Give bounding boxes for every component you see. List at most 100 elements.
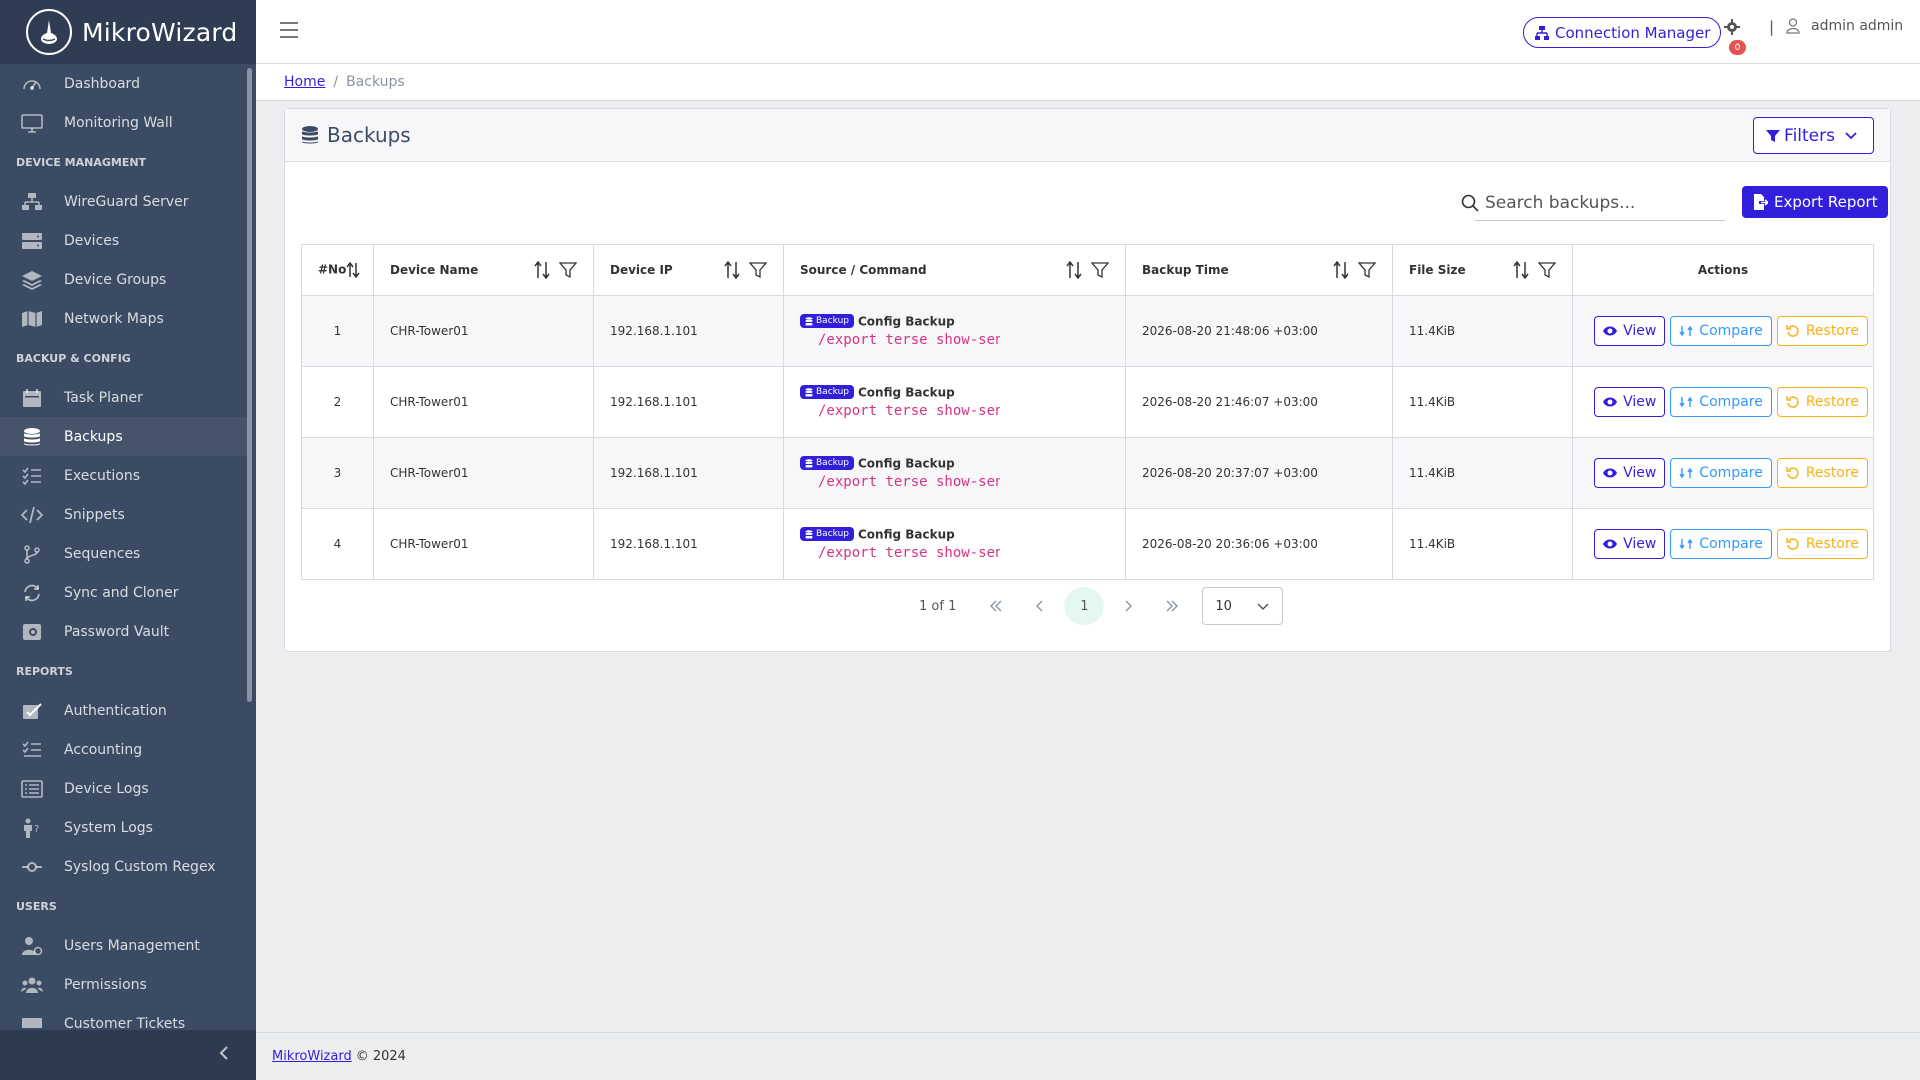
compare-button[interactable]: Compare bbox=[1670, 387, 1772, 417]
storage-icon bbox=[20, 231, 44, 251]
sidebar-item-authentication[interactable]: Authentication bbox=[0, 691, 248, 730]
sort-icon[interactable] bbox=[1512, 261, 1530, 279]
restore-icon bbox=[1786, 395, 1806, 409]
sidebar-item-users-management[interactable]: Users Management bbox=[0, 926, 248, 965]
view-button[interactable]: View bbox=[1594, 387, 1666, 417]
column-header-backup-time[interactable]: Backup Time bbox=[1125, 244, 1393, 296]
command-text: /export terse show-sens… bbox=[818, 545, 1000, 562]
notification-badge: 0 bbox=[1729, 40, 1746, 55]
backup-badge: Backup bbox=[800, 527, 854, 542]
brand[interactable]: MikroWizard bbox=[0, 0, 256, 64]
sidebar-collapse-button[interactable] bbox=[0, 1030, 256, 1080]
sort-icon[interactable] bbox=[1065, 261, 1083, 279]
sidebar-item-device-logs[interactable]: Device Logs bbox=[0, 769, 248, 808]
column-header-device-ip[interactable]: Device IP bbox=[593, 244, 784, 296]
restore-button[interactable]: Restore bbox=[1776, 316, 1868, 346]
sidebar-section-title: REPORTS bbox=[16, 664, 73, 678]
sidebar-item-label: Sync and Cloner bbox=[64, 584, 179, 601]
view-label: View bbox=[1623, 536, 1657, 552]
cell-source-command: Backup Config Backup/export terse show-se… bbox=[783, 508, 1126, 580]
sidebar-item-executions[interactable]: Executions bbox=[0, 456, 248, 495]
sort-icon bbox=[346, 261, 360, 279]
sidebar-item-permissions[interactable]: Permissions bbox=[0, 965, 248, 1004]
chevron-down-icon bbox=[1257, 603, 1269, 611]
footer-brand-link[interactable]: MikroWizard bbox=[272, 1049, 352, 1064]
filter-icon[interactable] bbox=[1091, 261, 1109, 279]
breadcrumb: Home / Backups bbox=[256, 64, 1920, 101]
first-page-button[interactable] bbox=[976, 587, 1016, 625]
column-label: Device IP bbox=[610, 263, 673, 277]
view-button[interactable]: View bbox=[1594, 529, 1666, 559]
calendar-icon bbox=[20, 388, 44, 408]
compare-button[interactable]: Compare bbox=[1670, 529, 1772, 559]
sidebar-item-accounting[interactable]: Accounting bbox=[0, 730, 248, 769]
sidebar-item-syslog-custom-regex[interactable]: Syslog Custom Regex bbox=[0, 847, 248, 886]
sidebar-section-title: BACKUP & CONFIG bbox=[16, 351, 131, 365]
breadcrumb-home-link[interactable]: Home bbox=[284, 74, 325, 90]
restore-button[interactable]: Restore bbox=[1776, 458, 1868, 488]
sidebar-item-customer-tickets[interactable]: Customer Tickets bbox=[0, 1004, 248, 1028]
restore-icon bbox=[1786, 537, 1806, 551]
sidebar-item-sync-and-cloner[interactable]: Sync and Cloner bbox=[0, 573, 248, 612]
sidebar-item-system-logs[interactable]: ? System Logs bbox=[0, 808, 248, 847]
last-page-button[interactable] bbox=[1152, 587, 1192, 625]
column-label: Source / Command bbox=[800, 263, 927, 277]
export-report-button[interactable]: Export Report bbox=[1742, 186, 1888, 218]
sidebar-item-task-planer[interactable]: Task Planer bbox=[0, 378, 248, 417]
sort-icon[interactable] bbox=[723, 261, 741, 279]
compare-icon bbox=[1679, 395, 1699, 409]
restore-button[interactable]: Restore bbox=[1776, 387, 1868, 417]
view-button[interactable]: View bbox=[1594, 458, 1666, 488]
filters-button[interactable]: Filters bbox=[1753, 117, 1874, 154]
sort-icon[interactable] bbox=[1332, 261, 1350, 279]
column-header-file-size[interactable]: File Size bbox=[1392, 244, 1573, 296]
source-title: Config Backup bbox=[858, 314, 955, 329]
previous-page-button[interactable] bbox=[1020, 587, 1060, 625]
sidebar-item-password-vault[interactable]: Password Vault bbox=[0, 612, 248, 651]
cell-file-size: 11.4KiB bbox=[1392, 366, 1573, 438]
sidebar-scrollbar[interactable] bbox=[247, 68, 252, 702]
chevron-left-icon bbox=[1036, 600, 1043, 612]
gear-icon[interactable] bbox=[1724, 19, 1740, 35]
cell-source-command: Backup Config Backup/export terse show-se… bbox=[783, 437, 1126, 509]
connection-manager-button[interactable]: Connection Manager bbox=[1523, 17, 1722, 48]
sidebar-item-wireguard-server[interactable]: WireGuard Server bbox=[0, 182, 248, 221]
sidebar-item-label: Device Logs bbox=[64, 780, 149, 797]
restore-button[interactable]: Restore bbox=[1776, 529, 1868, 559]
search-input[interactable] bbox=[1485, 192, 1705, 213]
filter-icon[interactable] bbox=[749, 261, 767, 279]
compare-button[interactable]: Compare bbox=[1670, 316, 1772, 346]
filter-icon[interactable] bbox=[559, 261, 577, 279]
cell-backup-time: 2026-08-20 21:46:07 +03:00 bbox=[1125, 366, 1393, 438]
view-button[interactable]: View bbox=[1594, 316, 1666, 346]
filter-icon[interactable] bbox=[1358, 261, 1376, 279]
cell-backup-time: 2026-08-20 20:37:07 +03:00 bbox=[1125, 437, 1393, 509]
branch-icon bbox=[20, 544, 44, 564]
column-header-device-name[interactable]: Device Name bbox=[373, 244, 594, 296]
sidebar-item-monitoring-wall[interactable]: Monitoring Wall bbox=[0, 103, 248, 142]
user-icon[interactable] bbox=[1786, 18, 1800, 34]
backup-badge: Backup bbox=[800, 385, 854, 400]
column-header-source-command[interactable]: Source / Command bbox=[783, 244, 1126, 296]
sidebar-item-devices[interactable]: Devices bbox=[0, 221, 248, 260]
filter-icon[interactable] bbox=[1538, 261, 1556, 279]
table-row: 3 CHR-Tower01 192.168.1.101 Backup Config Ba… bbox=[301, 437, 1874, 509]
compare-button[interactable]: Compare bbox=[1670, 458, 1772, 488]
sort-icon[interactable] bbox=[533, 261, 551, 279]
table-row: 4 CHR-Tower01 192.168.1.101 Backup Config Ba… bbox=[301, 508, 1874, 580]
sidebar-item-device-groups[interactable]: Device Groups bbox=[0, 260, 248, 299]
next-page-button[interactable] bbox=[1108, 587, 1148, 625]
sidebar-item-label: Permissions bbox=[64, 976, 147, 993]
card-header: Backups Filters bbox=[285, 109, 1890, 162]
user-name[interactable]: admin admin bbox=[1811, 18, 1903, 34]
cell-file-size: 11.4KiB bbox=[1392, 437, 1573, 509]
menu-toggle-icon[interactable] bbox=[280, 22, 298, 38]
column-header-no[interactable]: #No bbox=[301, 244, 374, 296]
sidebar-item-snippets[interactable]: Snippets bbox=[0, 495, 248, 534]
sidebar-item-dashboard[interactable]: Dashboard bbox=[0, 64, 248, 103]
sidebar-item-network-maps[interactable]: Network Maps bbox=[0, 299, 248, 338]
sidebar-item-backups[interactable]: Backups bbox=[0, 417, 248, 456]
page-size-select[interactable]: 10 bbox=[1202, 587, 1284, 625]
sidebar-item-sequences[interactable]: Sequences bbox=[0, 534, 248, 573]
page-button-current[interactable]: 1 bbox=[1064, 587, 1105, 625]
